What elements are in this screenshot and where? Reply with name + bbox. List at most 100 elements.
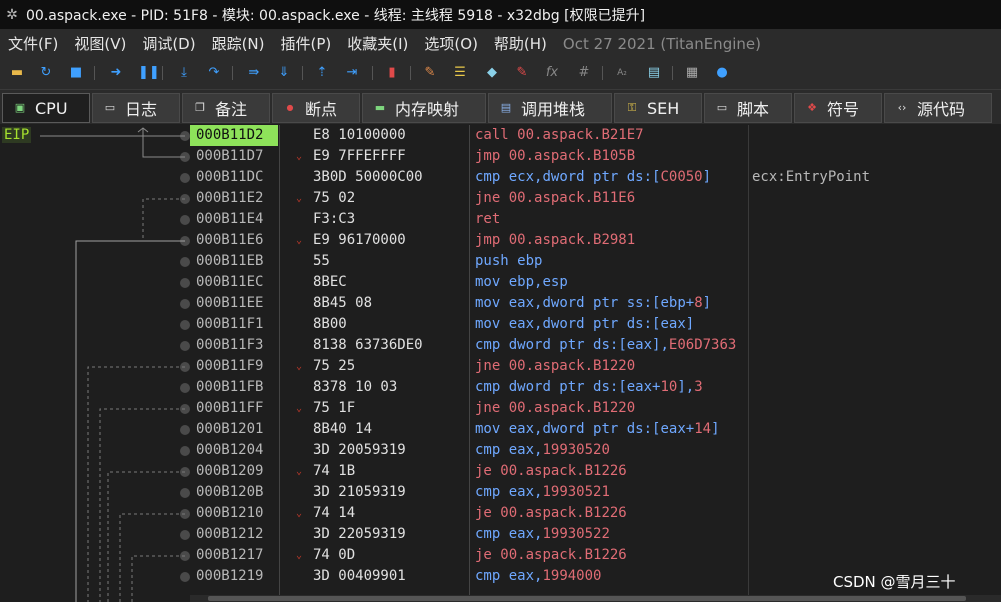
menu-debug[interactable]: 调试(D) [134, 33, 203, 54]
operand: ss [626, 295, 644, 311]
operand: 8 [694, 295, 703, 311]
mnemonic: je [475, 505, 492, 521]
tab-notes[interactable]: ❐ 备注 [182, 93, 270, 123]
menu-trace[interactable]: 跟踪(N) [204, 33, 273, 54]
memory-icon[interactable]: ▤ [646, 65, 662, 81]
run-icon[interactable]: ➜ [108, 65, 124, 81]
step-into-icon[interactable]: ⤓ [176, 65, 192, 81]
jump-marker-icon: ⌄ [296, 508, 303, 519]
run-to-user-code-icon[interactable]: ⇥ [344, 65, 360, 81]
bookmark-icon[interactable]: ✎ [514, 65, 530, 81]
disassembly-row[interactable]: 000B11F9 ⌄ 75 25 jne 00.aspack.B1220 [190, 356, 1001, 377]
disassembly-row[interactable]: 000B11DC 3B0D 50000C00 cmp ecx,dword ptr d… [190, 167, 1001, 188]
address-cell: 000B11EB [196, 253, 264, 269]
trace-into-icon[interactable]: ⇛ [246, 65, 262, 81]
tab-cpu[interactable]: ▣ CPU [2, 93, 90, 123]
disassembly-row[interactable]: 000B1204 3D 20059319 cmp eax,19930520 [190, 440, 1001, 461]
operand: 00.aspack.B1226 [500, 505, 627, 521]
disassembly-row[interactable]: 000B11E4 F3:C3 ret [190, 209, 1001, 230]
disassembly-row[interactable]: 000B11F1 8B00 mov eax,dword ptr ds:[eax] [190, 314, 1001, 335]
comment-icon[interactable]: ☰ [452, 65, 468, 81]
disassembly-row[interactable]: 000B11EB 55 push ebp [190, 251, 1001, 272]
globe-icon[interactable]: ● [714, 65, 730, 81]
scylla-icon[interactable]: ▮ [384, 65, 400, 81]
comment-cell: ecx:EntryPoint [752, 169, 871, 185]
operand: 19930522 [542, 526, 610, 542]
label-icon[interactable]: ◆ [484, 65, 500, 81]
disassembly-row[interactable]: 000B120B 3D 21059319 cmp eax,19930521 [190, 482, 1001, 503]
jump-marker-icon: ⌄ [296, 550, 303, 561]
execute-till-return-icon[interactable]: ⇡ [314, 65, 330, 81]
disassembly-row[interactable]: 000B11EC 8BEC mov ebp,esp [190, 272, 1001, 293]
menu-view[interactable]: 视图(V) [66, 33, 134, 54]
restart-icon[interactable]: ↻ [38, 65, 54, 81]
bytes-cell: 3D 22059319 [313, 526, 406, 542]
disassembly-row[interactable]: 000B11F3 8138 63736DE0 cmp dword ptr ds:[e… [190, 335, 1001, 356]
menu-options[interactable]: 选项(O) [416, 33, 486, 54]
operand: 00.aspack.B1220 [508, 358, 636, 374]
mnemonic: mov [475, 295, 501, 311]
disassembly-row[interactable]: 000B1217 ⌄ 74 0D je 00.aspack.B1226 [190, 545, 1001, 566]
address-cell: 000B11DC [196, 169, 264, 185]
bytes-cell: 8138 63736DE0 [313, 337, 423, 353]
operand: eax [508, 421, 535, 437]
stop-icon[interactable]: ■ [68, 65, 84, 81]
disassembly-cell: cmp eax,1994000 [475, 566, 748, 587]
mnemonic: cmp [475, 169, 501, 185]
tab-breakpoints[interactable]: ● 断点 [272, 93, 360, 123]
tab-log[interactable]: ▭ 日志 [92, 93, 180, 123]
open-icon[interactable]: ▬ [9, 65, 25, 81]
operand: esp [542, 274, 568, 290]
jump-marker-icon: ⌄ [296, 403, 303, 414]
scrollbar-thumb[interactable] [208, 596, 966, 601]
tab-symbols[interactable]: ❖ 符号 [794, 93, 882, 123]
disassembly-row[interactable]: 000B1212 3D 22059319 cmp eax,19930522 [190, 524, 1001, 545]
bytes-cell: 75 25 [313, 358, 356, 374]
disassembly-row[interactable]: 000B1201 8B40 14 mov eax,dword ptr ds:[eax… [190, 419, 1001, 440]
disassembly-row[interactable]: 000B11D2 E8 10100000 call 00.aspack.B21E7 [190, 125, 1001, 146]
operand: eax [508, 526, 535, 542]
symbol-icon: ❖ [807, 101, 817, 114]
trace-over-icon[interactable]: ⇓ [276, 65, 292, 81]
tab-seh[interactable]: ⚿ SEH [614, 93, 702, 123]
operand: ], [652, 337, 669, 353]
disassembly-row[interactable]: 000B1209 ⌄ 74 1B je 00.aspack.B1226 [190, 461, 1001, 482]
disassembly-row[interactable]: 000B11EE 8B45 08 mov eax,dword ptr ss:[ebp… [190, 293, 1001, 314]
disassembly-row[interactable]: 000B11E6 ⌄ E9 96170000 jmp 00.aspack.B2981 [190, 230, 1001, 251]
disassembly-row[interactable]: 000B11D7 ⌄ E9 7FFEFFFF jmp 00.aspack.B105B [190, 146, 1001, 167]
disassembly-list[interactable]: 000B11D2 E8 10100000 call 00.aspack.B21E7 0… [190, 125, 1001, 587]
disassembly-row[interactable]: 000B11E2 ⌄ 75 02 jne 00.aspack.B11E6 [190, 188, 1001, 209]
disassembly-row[interactable]: 000B11FB 8378 10 03 cmp dword ptr ds:[eax+… [190, 377, 1001, 398]
tab-memory-map[interactable]: ▬ 内存映射 [362, 93, 486, 123]
operand: 00.aspack.B21E7 [517, 127, 644, 143]
step-over-icon[interactable]: ↷ [206, 65, 222, 81]
jump-marker-icon: ⌄ [296, 235, 303, 246]
bytes-cell: 8B45 08 [313, 295, 373, 311]
disassembly-row[interactable]: 000B1210 ⌄ 74 14 je 00.aspack.B1226 [190, 503, 1001, 524]
operand: C0050 [660, 169, 703, 185]
operand: ,dword ptr [534, 295, 627, 311]
function-icon[interactable]: fx [544, 65, 560, 81]
horizontal-scrollbar[interactable] [190, 595, 1001, 602]
bytes-cell: 3D 20059319 [313, 442, 406, 458]
menu-help[interactable]: 帮助(H) [486, 33, 555, 54]
mnemonic: cmp [475, 442, 501, 458]
calculator-icon[interactable]: ▦ [684, 65, 700, 81]
menu-favourites[interactable]: 收藏夹(I) [339, 33, 416, 54]
tab-call-stack[interactable]: ▤ 调用堆栈 [488, 93, 612, 123]
disassembly-cell: cmp dword ptr ds:[eax],E06D7363 [475, 335, 748, 356]
hash-icon[interactable]: # [576, 65, 592, 81]
disassembly-row[interactable]: 000B11FF ⌄ 75 1F jne 00.aspack.B1220 [190, 398, 1001, 419]
patch-icon[interactable]: ✎ [422, 65, 438, 81]
tab-script[interactable]: ▭ 脚本 [704, 93, 792, 123]
jump-marker-icon: ⌄ [296, 193, 303, 204]
menu-file[interactable]: 文件(F) [0, 33, 66, 54]
pause-icon[interactable]: ❚❚ [138, 65, 160, 81]
operand: :[ [643, 295, 661, 311]
mnemonic: cmp [475, 568, 501, 584]
operand: 00.aspack.B11E6 [508, 190, 636, 206]
strings-icon[interactable]: A₂ [614, 65, 630, 81]
tab-source[interactable]: ‹› 源代码 [884, 93, 992, 123]
tab-label: 日志 [125, 100, 158, 119]
menu-plugins[interactable]: 插件(P) [273, 33, 340, 54]
